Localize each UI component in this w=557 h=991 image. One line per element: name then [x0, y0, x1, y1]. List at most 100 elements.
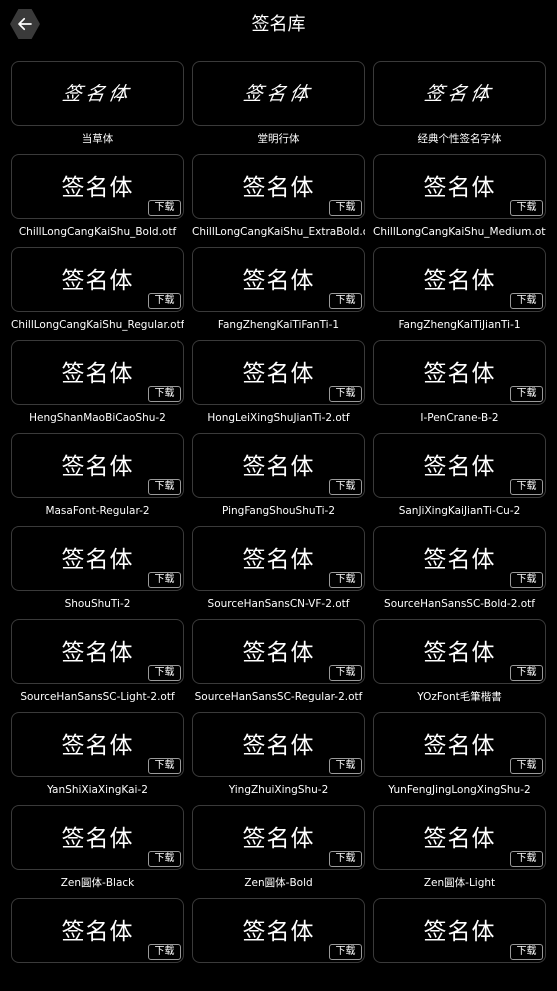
font-preview-card[interactable]: 签名体 下载 [373, 712, 546, 777]
font-preview-card[interactable]: 签名体 下载 [373, 247, 546, 312]
font-preview-text: 签名体 [242, 547, 315, 573]
font-preview-card[interactable]: 签名体 下载 [11, 526, 184, 591]
font-item: 签名体 下载 FangZhengKaiTiJianTi-1 [373, 247, 546, 340]
download-button[interactable]: 下载 [148, 758, 181, 774]
font-preview-card[interactable]: 签名体 下载 [373, 154, 546, 219]
font-preview-text: 签名体 [423, 640, 496, 666]
font-preview-text: 签名体 [242, 454, 315, 480]
font-item: 签名体经典个性签名字体 [373, 61, 546, 154]
download-button[interactable]: 下载 [148, 572, 181, 588]
font-preview-card[interactable]: 签名体 下载 [11, 433, 184, 498]
download-button[interactable]: 下载 [329, 851, 362, 867]
font-name-label: YingZhuiXingShu-2 [228, 784, 329, 796]
download-button[interactable]: 下载 [329, 758, 362, 774]
font-preview-card[interactable]: 签名体 下载 [373, 340, 546, 405]
font-item: 签名体 下载 HengShanMaoBiCaoShu-2 [11, 340, 184, 433]
download-button[interactable]: 下载 [510, 572, 543, 588]
font-preview-card[interactable]: 签名体 下载 [373, 898, 546, 963]
font-preview-card[interactable]: 签名体 下载 [192, 805, 365, 870]
download-button[interactable]: 下载 [510, 944, 543, 960]
download-button[interactable]: 下载 [148, 200, 181, 216]
download-button[interactable]: 下载 [148, 479, 181, 495]
font-preview-card[interactable]: 签名体 下载 [373, 619, 546, 684]
font-preview-text: 签名体 [61, 547, 134, 573]
font-name-label: ChillLongCangKaiShu_Medium.otf [373, 226, 546, 238]
font-item: 签名体 下载 SourceHanSansCN-VF-2.otf [192, 526, 365, 619]
download-button[interactable]: 下载 [510, 293, 543, 309]
font-name-label: Zen圓体-Bold [244, 877, 313, 889]
font-preview-card[interactable]: 签名体 下载 [11, 154, 184, 219]
font-preview-card[interactable]: 签名体 下载 [11, 805, 184, 870]
font-item: 签名体 下载 SourceHanSansSC-Bold-2.otf [373, 526, 546, 619]
font-preview-card[interactable]: 签名体 [192, 61, 365, 126]
font-preview-card[interactable]: 签名体 [373, 61, 546, 126]
font-item: 签名体 当草体 [11, 61, 184, 154]
font-preview-text: 签名体 [423, 733, 496, 759]
font-preview-text: 签名体 [61, 361, 134, 387]
font-preview-card[interactable]: 签名体 下载 [192, 433, 365, 498]
font-name-label: YOzFont毛筆楷書 [417, 691, 502, 703]
download-button[interactable]: 下载 [329, 572, 362, 588]
download-button[interactable]: 下载 [329, 293, 362, 309]
font-preview-card[interactable]: 签名体 下载 [192, 340, 365, 405]
font-name-label: 经典个性签名字体 [417, 133, 502, 145]
font-name-label: SourceHanSansCN-VF-2.otf [207, 598, 350, 610]
font-item: 签名体 下载 MasaFont-Regular-2 [11, 433, 184, 526]
download-button[interactable]: 下载 [148, 851, 181, 867]
font-preview-card[interactable]: 签名体 下载 [373, 805, 546, 870]
font-item: 签名体 下载 YOzFont毛筆楷書 [373, 619, 546, 712]
download-button[interactable]: 下载 [510, 200, 543, 216]
download-button[interactable]: 下载 [148, 386, 181, 402]
font-name-label: HengShanMaoBiCaoShu-2 [29, 412, 166, 424]
download-button[interactable]: 下载 [329, 386, 362, 402]
download-button[interactable]: 下载 [148, 293, 181, 309]
font-preview-card[interactable]: 签名体 下载 [11, 247, 184, 312]
font-name-label: MasaFont-Regular-2 [45, 505, 150, 517]
download-button[interactable]: 下载 [510, 851, 543, 867]
download-button[interactable]: 下载 [329, 665, 362, 681]
font-name-label: SourceHanSansSC-Regular-2.otf [194, 691, 363, 703]
download-button[interactable]: 下载 [148, 944, 181, 960]
font-preview-card[interactable]: 签名体 下载 [192, 154, 365, 219]
font-preview-card[interactable]: 签名体 下载 [192, 247, 365, 312]
font-item: 签名体 下载 ChillLongCangKaiShu_ExtraBold.otf [192, 154, 365, 247]
font-preview-card[interactable]: 签名体 [11, 61, 184, 126]
download-button[interactable]: 下载 [329, 200, 362, 216]
font-item: 签名体 下载 Zen圓体-Black [11, 805, 184, 898]
download-button[interactable]: 下载 [510, 479, 543, 495]
font-grid: 签名体 当草体 签名体 堂明行体 签名体 经典个性签名字体 签名体 下载 ChillLongCa… [11, 61, 547, 991]
download-button[interactable]: 下载 [329, 944, 362, 960]
download-button[interactable]: 下载 [510, 386, 543, 402]
font-preview-card[interactable]: 签名体 下载 [192, 898, 365, 963]
font-name-label: 堂明行体 [257, 133, 300, 145]
font-preview-text: 签名体 [241, 82, 315, 105]
font-preview-card[interactable]: 签名体 下载 [11, 619, 184, 684]
download-button[interactable]: 下载 [510, 665, 543, 681]
font-preview-card[interactable]: 签名体 下载 [11, 898, 184, 963]
font-item: 签名体 下载 SourceHanSansSC-Light-2.otf [11, 619, 184, 712]
font-preview-text: 签名体 [423, 175, 496, 201]
font-preview-card[interactable]: 签名体 下载 [373, 526, 546, 591]
font-item: 签名体 下载 YunFengJingLongXingShu-2 [373, 712, 546, 805]
font-preview-card[interactable]: 签名体 下载 [373, 433, 546, 498]
font-preview-text: 签名体 [423, 268, 496, 294]
font-preview-card[interactable]: 签名体 下载 [11, 340, 184, 405]
font-preview-text: 签名体 [423, 919, 496, 945]
font-item: 签名体 下载 ChillLongCangKaiShu_Bold.otf [11, 154, 184, 247]
font-name-label: HongLeiXingShuJianTi-2.otf [207, 412, 350, 424]
download-button[interactable]: 下载 [510, 758, 543, 774]
font-preview-card[interactable]: 签名体 下载 [192, 526, 365, 591]
font-item: 签名体 下载 [373, 898, 546, 991]
font-preview-card[interactable]: 签名体 下载 [192, 619, 365, 684]
font-item: 签名体 下载 I-PenCrane-B-2 [373, 340, 546, 433]
font-name-label: Zen圓体-Light [423, 877, 496, 889]
font-preview-card[interactable]: 签名体 下载 [192, 712, 365, 777]
font-name-label: I-PenCrane-B-2 [420, 412, 499, 424]
font-name-label: 当草体 [81, 133, 114, 145]
download-button[interactable]: 下载 [148, 665, 181, 681]
font-item: 签名体 下载 ChillLongCangKaiShu_Regular.otf [11, 247, 184, 340]
font-preview-card[interactable]: 签名体 下载 [11, 712, 184, 777]
download-button[interactable]: 下载 [329, 479, 362, 495]
font-preview-text: 签名体 [242, 175, 315, 201]
font-item: 签名体 下载 ShouShuTi-2 [11, 526, 184, 619]
